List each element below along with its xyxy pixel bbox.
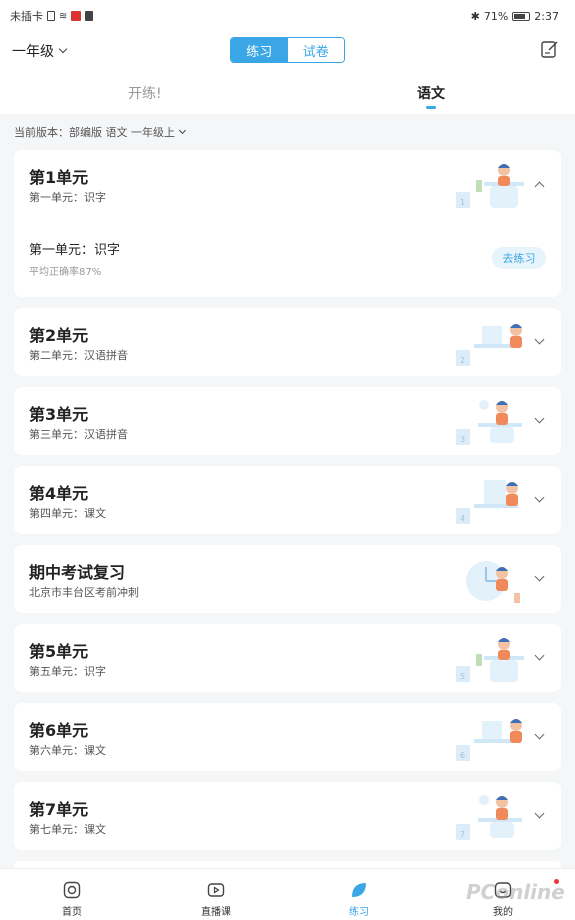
unit-illustration: 4 (456, 480, 518, 524)
unit-subtitle: 第四单元：课文 (29, 507, 106, 520)
unit-title: 第4单元 (29, 484, 89, 503)
svg-text:3: 3 (460, 435, 465, 444)
svg-text:1: 1 (460, 198, 465, 207)
nav-practice[interactable]: 练习 (319, 869, 399, 920)
edit-icon[interactable] (541, 40, 558, 58)
svg-text:2: 2 (460, 356, 465, 365)
nav-live[interactable]: 直播课 (176, 869, 256, 920)
tab-kailian[interactable]: 开练! (128, 83, 162, 103)
unit-subtitle: 第三单元：汉语拼音 (29, 428, 128, 441)
svg-text:7: 7 (460, 830, 465, 839)
unit-title: 期中考试复习 (29, 563, 126, 582)
unit-subtitle: 第二单元：汉语拼音 (29, 349, 128, 362)
unit-illustration: 2 (456, 324, 522, 366)
unit-title: 第2单元 (29, 326, 89, 345)
wifi-icon: ≋ (59, 10, 68, 22)
top-bar: 一年级 练习 试卷 (0, 32, 575, 70)
chevron-up-icon[interactable] (534, 181, 545, 192)
chevron-down-icon[interactable] (534, 413, 545, 424)
unit-subtitle: 第七单元：课文 (29, 823, 106, 836)
lesson-accuracy: 平均正确率87% (29, 267, 102, 278)
unit-illustration (466, 561, 520, 603)
svg-text:5: 5 (460, 672, 465, 681)
go-practice-button[interactable]: 去练习 (492, 247, 546, 269)
tab-practice[interactable]: 练习 (231, 38, 288, 62)
battery-percent: 71% (483, 9, 509, 23)
unit-title: 第7单元 (29, 800, 89, 819)
unit-subtitle: 第六单元：课文 (29, 744, 106, 757)
clock: 2:37 (534, 9, 559, 23)
unit-subtitle: 第一单元：识字 (29, 191, 106, 204)
unit-title: 第5单元 (29, 642, 89, 661)
bluetooth-icon: ✱ (470, 9, 480, 23)
notification-icon (71, 11, 82, 21)
sim-icon (47, 11, 55, 21)
tab-chinese[interactable]: 语文 (417, 83, 445, 103)
svg-text:6: 6 (460, 751, 465, 760)
chevron-down-icon[interactable] (534, 650, 545, 661)
nav-label: 首页 (62, 907, 82, 918)
subject-tabs: 开练! 语文 (0, 70, 575, 114)
chevron-down-icon[interactable] (534, 729, 545, 740)
chevron-down-icon[interactable] (534, 334, 545, 345)
active-tab-indicator (426, 106, 436, 109)
unit-subtitle: 北京市丰台区考前冲刺 (29, 586, 139, 599)
unit-illustration: 5 (456, 638, 524, 682)
version-label: 当前版本：部编版 语文 一年级上 (14, 126, 175, 139)
unit-card[interactable]: 第1单元 第一单元：识字 1 第一单元：识字 平均正确率87% 去练习 (14, 150, 561, 297)
nav-label: 直播课 (201, 907, 231, 918)
unit-card[interactable]: 第5单元 第五单元：识字 5 (14, 624, 561, 692)
chevron-down-icon (178, 126, 187, 134)
unit-illustration: 7 (456, 795, 522, 840)
mode-toggle: 练习 试卷 (230, 37, 345, 63)
unit-title: 第6单元 (29, 721, 89, 740)
unit-illustration: 1 (456, 164, 524, 208)
unit-card[interactable]: 第4单元 第四单元：课文 4 (14, 466, 561, 534)
chevron-down-icon[interactable] (534, 808, 545, 819)
watermark: PConline (466, 880, 565, 904)
svg-text:4: 4 (460, 514, 465, 523)
chevron-down-icon[interactable] (534, 571, 545, 582)
unit-card[interactable]: 期中考试复习 北京市丰台区考前冲刺 (14, 545, 561, 613)
unit-card[interactable]: 第6单元 第六单元：课文 6 (14, 703, 561, 771)
practice-icon (352, 883, 366, 897)
chevron-down-icon (58, 44, 68, 54)
grade-label: 一年级 (12, 44, 54, 60)
unit-illustration: 3 (456, 400, 522, 445)
unit-card[interactable]: 第3单元 第三单元：汉语拼音 3 (14, 387, 561, 455)
lesson-title: 第一单元：识字 (29, 243, 121, 258)
live-icon (207, 883, 225, 897)
nav-label: 我的 (493, 907, 513, 918)
battery-icon (512, 11, 531, 21)
home-icon (63, 881, 81, 899)
tab-papers[interactable]: 试卷 (287, 38, 344, 62)
nav-home[interactable]: 首页 (32, 869, 112, 920)
app-icon (85, 11, 94, 21)
grade-selector[interactable]: 一年级 (12, 41, 68, 61)
unit-subtitle: 第五单元：识字 (29, 665, 106, 678)
unit-illustration: 6 (456, 719, 522, 761)
unit-card[interactable]: 第2单元 第二单元：汉语拼音 2 (14, 308, 561, 376)
unit-title: 第3单元 (29, 405, 89, 424)
unit-title: 第1单元 (29, 168, 89, 187)
version-selector[interactable]: 当前版本：部编版 语文 一年级上 (14, 124, 187, 140)
status-bar: 未插卡 ≋ ✱ 71% 2:37 (0, 0, 575, 32)
nav-label: 练习 (349, 907, 369, 918)
carrier-text: 未插卡 (10, 10, 43, 23)
unit-card[interactable]: 第7单元 第七单元：课文 7 (14, 782, 561, 850)
chevron-down-icon[interactable] (534, 492, 545, 503)
